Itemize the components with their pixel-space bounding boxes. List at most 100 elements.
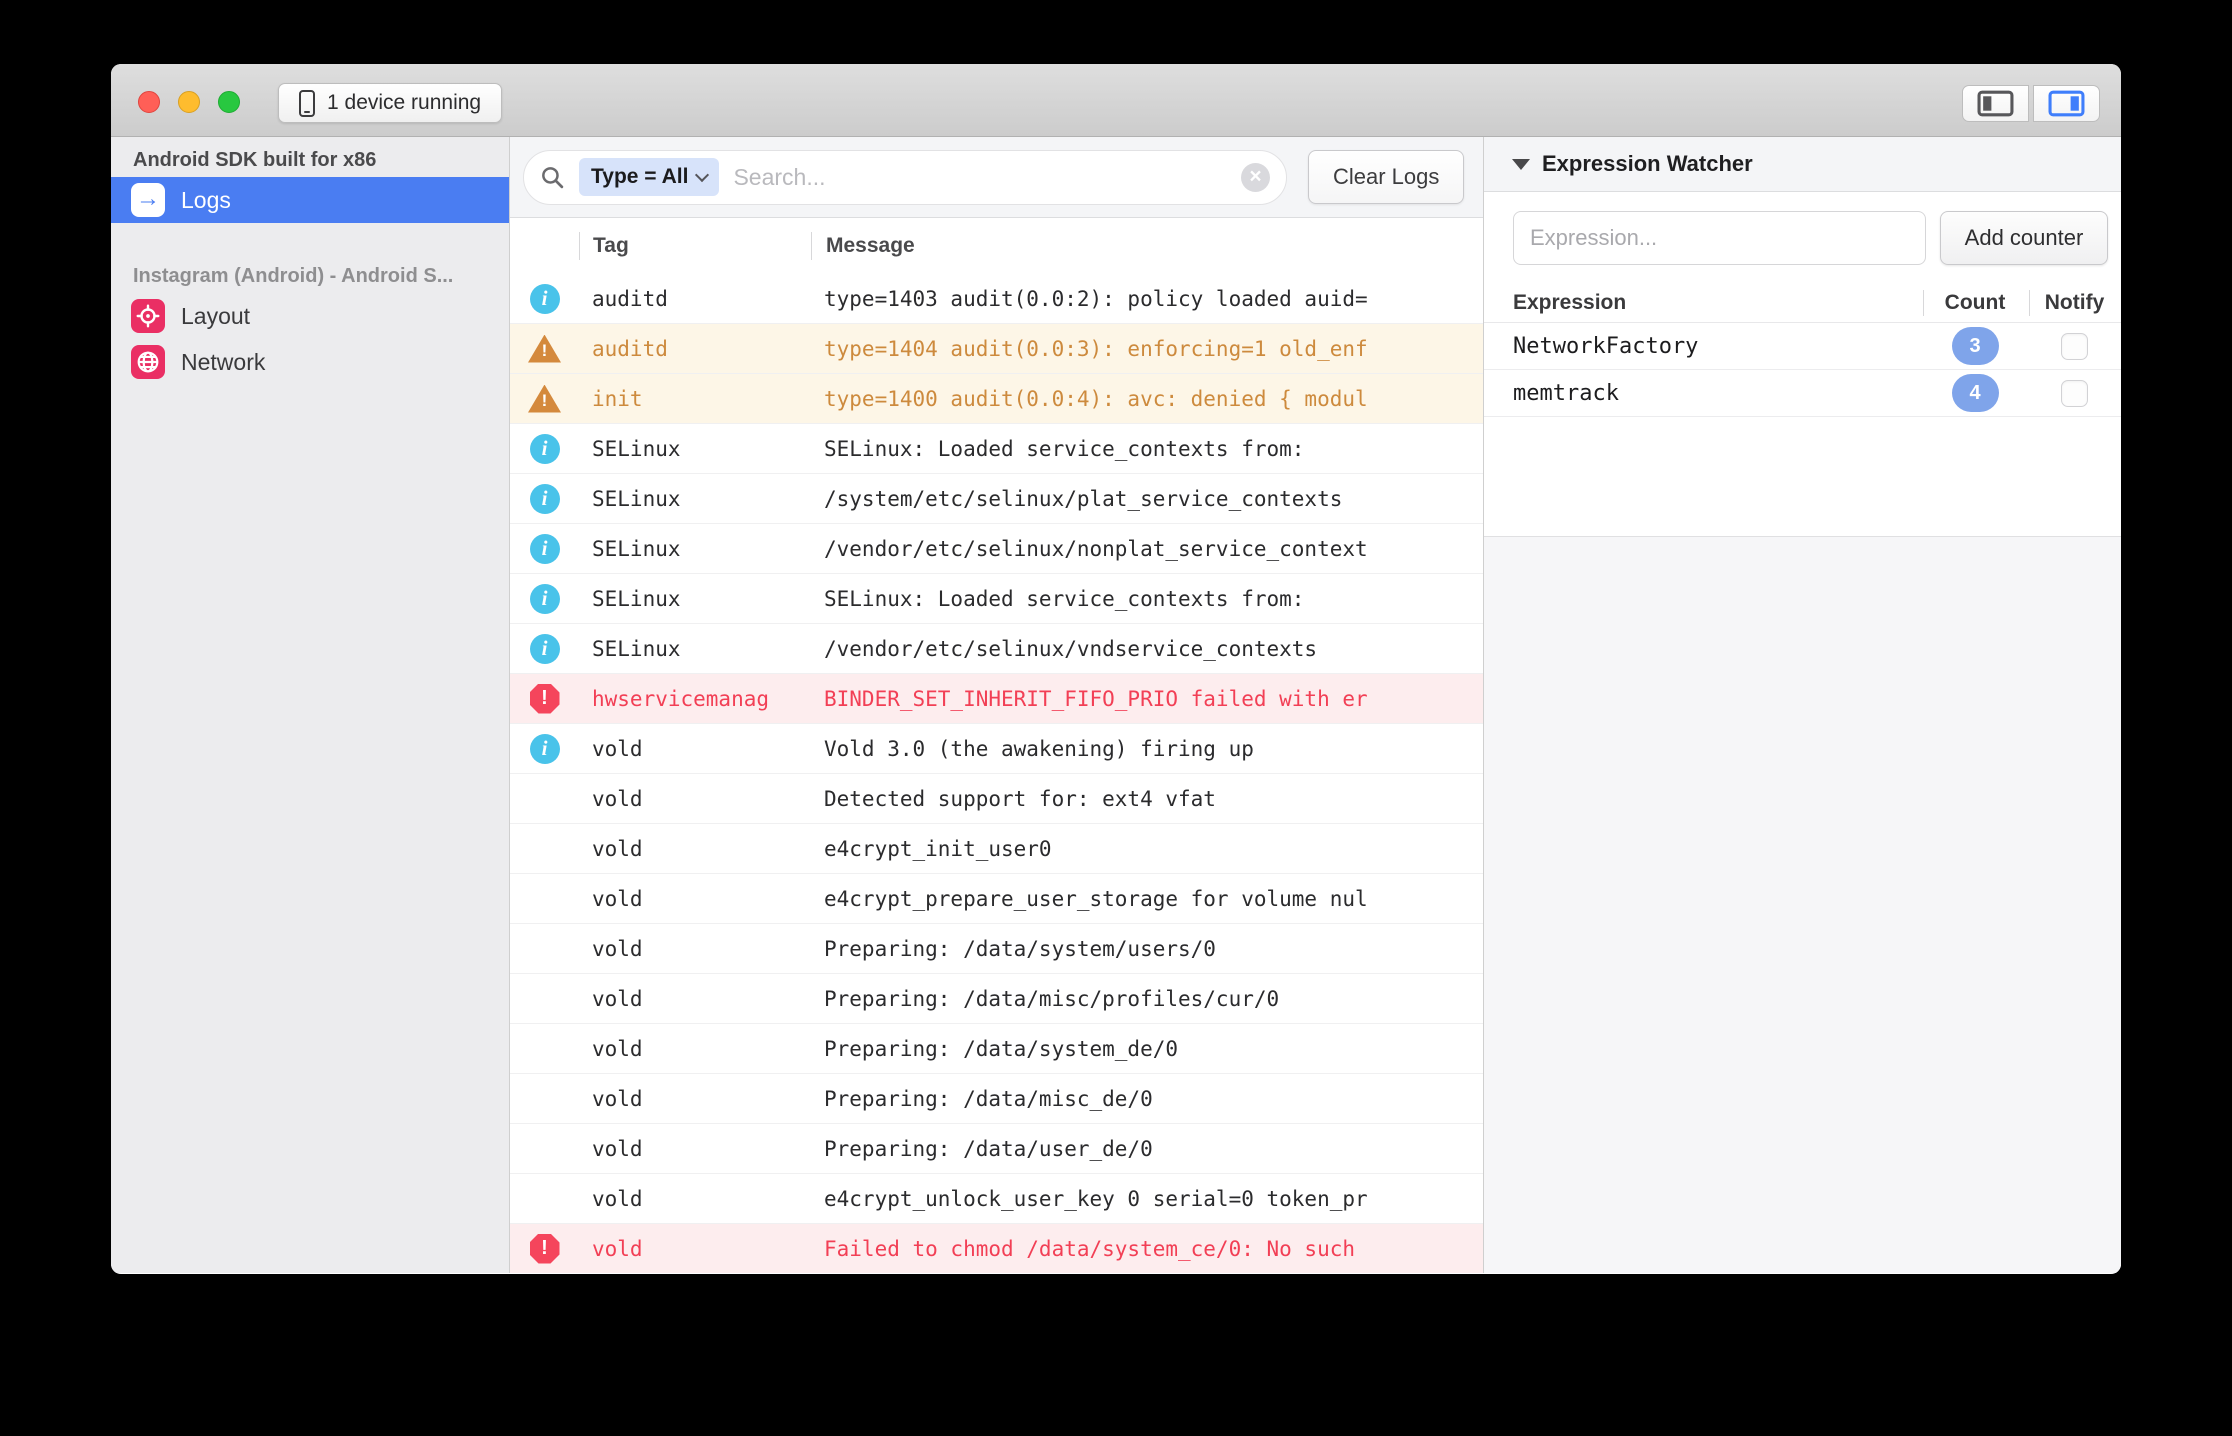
log-message: /system/etc/selinux/plat_service_context… (824, 486, 1343, 511)
info-icon (529, 583, 560, 614)
sidebar-item-network[interactable]: Network (111, 339, 509, 385)
log-message: Preparing: /data/user_de/0 (824, 1136, 1153, 1161)
count-badge: 4 (1951, 374, 1999, 412)
log-tag: init (592, 386, 643, 411)
log-message: /vendor/etc/selinux/nonplat_service_cont… (824, 536, 1368, 561)
log-tag: vold (592, 836, 643, 861)
watcher-header-count[interactable]: Count (1922, 291, 2028, 315)
phone-icon (299, 89, 315, 117)
log-row[interactable]: vold Detected support for: ext4 vfat (510, 774, 1483, 824)
log-message: e4crypt_init_user0 (824, 836, 1052, 861)
log-tag: SELinux (592, 436, 681, 461)
expression-input[interactable] (1513, 211, 1926, 265)
log-row[interactable]: SELinux /system/etc/selinux/plat_service… (510, 474, 1483, 524)
log-tag: vold (592, 786, 643, 811)
watcher-row[interactable]: NetworkFactory 3 (1484, 323, 2121, 370)
log-row[interactable]: vold e4crypt_unlock_user_key 0 serial=0 … (510, 1174, 1483, 1224)
log-tag: hwservicemanag (592, 686, 770, 711)
watcher-table-header: Expression Count Notify (1484, 283, 2121, 323)
clear-logs-button[interactable]: Clear Logs (1308, 150, 1465, 204)
log-row[interactable]: vold e4crypt_prepare_user_storage for vo… (510, 874, 1483, 924)
log-row[interactable]: SELinux /vendor/etc/selinux/vndservice_c… (510, 624, 1483, 674)
log-tag: vold (592, 736, 643, 761)
log-header-tag[interactable]: Tag (580, 218, 811, 274)
watcher-header-expression[interactable]: Expression (1484, 291, 1922, 315)
network-globe-icon (131, 345, 165, 379)
log-rows: auditd type=1403 audit(0.0:2): policy lo… (510, 274, 1483, 1273)
info-icon (529, 633, 560, 664)
log-row[interactable]: vold e4crypt_init_user0 (510, 824, 1483, 874)
log-table-header: Tag Message (510, 218, 1483, 274)
log-tag: auditd (592, 336, 668, 361)
error-icon (529, 683, 560, 714)
log-row[interactable]: vold Preparing: /data/misc_de/0 (510, 1074, 1483, 1124)
notify-checkbox[interactable] (2061, 332, 2088, 360)
log-row[interactable]: vold Preparing: /data/system_de/0 (510, 1024, 1483, 1074)
log-message: BINDER_SET_INHERIT_FIFO_PRIO failed with… (824, 686, 1368, 711)
close-button[interactable] (138, 91, 160, 113)
log-message: Vold 3.0 (the awakening) firing up (824, 736, 1254, 761)
log-row[interactable]: auditd type=1403 audit(0.0:2): policy lo… (510, 274, 1483, 324)
log-message: /vendor/etc/selinux/vndservice_contexts (824, 636, 1318, 661)
minimize-button[interactable] (178, 91, 200, 113)
info-icon (529, 533, 560, 564)
sidebar-item-label: Layout (181, 302, 251, 329)
zoom-button[interactable] (218, 91, 240, 113)
panel-toggle-group (1962, 85, 2100, 122)
type-filter-dropdown[interactable]: Type = All (579, 158, 720, 196)
toggle-right-sidebar-button[interactable] (2033, 85, 2100, 122)
log-message: Preparing: /data/misc/profiles/cur/0 (824, 986, 1280, 1011)
right-sidebar-icon (2048, 90, 2085, 117)
info-icon (529, 483, 560, 514)
log-tag: vold (592, 936, 643, 961)
log-row[interactable]: SELinux SELinux: Loaded service_contexts… (510, 424, 1483, 474)
log-message: Preparing: /data/misc_de/0 (824, 1086, 1153, 1111)
expression-watcher-title: Expression Watcher (1542, 151, 1753, 176)
watcher-row[interactable]: memtrack 4 (1484, 370, 2121, 417)
log-header-message[interactable]: Message (812, 218, 1483, 274)
search-icon (542, 166, 564, 188)
expression-watcher-panel: Expression Watcher Add counter Expressio… (1483, 137, 2121, 1273)
add-counter-button[interactable]: Add counter (1940, 211, 2108, 265)
log-row[interactable]: vold Preparing: /data/system/users/0 (510, 924, 1483, 974)
titlebar[interactable]: 1 device running (111, 64, 2121, 137)
disclosure-triangle-icon[interactable] (1512, 158, 1530, 170)
app-window: 1 device running Android SDK built for x… (111, 64, 2121, 1274)
log-row[interactable]: vold Preparing: /data/misc/profiles/cur/… (510, 974, 1483, 1024)
log-row[interactable]: init type=1400 audit(0.0:4): avc: denied… (510, 374, 1483, 424)
log-tag: vold (592, 1036, 643, 1061)
log-message: Preparing: /data/system_de/0 (824, 1036, 1179, 1061)
watcher-expression: NetworkFactory (1513, 333, 1699, 359)
sidebar-item-logs[interactable]: → Logs (111, 177, 509, 223)
search-bar[interactable]: Type = All × (523, 149, 1287, 205)
toggle-left-sidebar-button[interactable] (1962, 85, 2029, 122)
log-row[interactable]: hwservicemanag BINDER_SET_INHERIT_FIFO_P… (510, 674, 1483, 724)
log-row[interactable]: auditd type=1404 audit(0.0:3): enforcing… (510, 324, 1483, 374)
log-row[interactable]: SELinux /vendor/etc/selinux/nonplat_serv… (510, 524, 1483, 574)
search-input[interactable] (733, 163, 1227, 191)
logs-toolbar: Type = All × Clear Logs (510, 137, 1483, 218)
expression-watcher-body: Add counter Expression Count Notify Netw… (1484, 192, 2121, 537)
log-row[interactable]: vold Preparing: /data/user_de/0 (510, 1124, 1483, 1174)
expression-watcher-header[interactable]: Expression Watcher (1484, 137, 2121, 192)
log-row[interactable]: vold Vold 3.0 (the awakening) firing up (510, 724, 1483, 774)
watcher-rows: NetworkFactory 3 memtrack 4 (1484, 323, 2121, 417)
log-tag: SELinux (592, 636, 681, 661)
notify-checkbox[interactable] (2061, 379, 2088, 407)
log-tag: vold (592, 1186, 643, 1211)
log-tag: SELinux (592, 586, 681, 611)
log-row[interactable]: vold Failed to chmod /data/system_ce/0: … (510, 1224, 1483, 1273)
log-message: Preparing: /data/system/users/0 (824, 936, 1216, 961)
warning-icon (528, 334, 561, 363)
log-tag: vold (592, 986, 643, 1011)
log-message: type=1400 audit(0.0:4): avc: denied { mo… (824, 386, 1368, 411)
info-icon (529, 283, 560, 314)
device-running-button[interactable]: 1 device running (278, 83, 503, 123)
log-row[interactable]: SELinux SELinux: Loaded service_contexts… (510, 574, 1483, 624)
watcher-header-notify[interactable]: Notify (2028, 291, 2121, 315)
log-message: Failed to chmod /data/system_ce/0: No su… (824, 1236, 1356, 1261)
sidebar-item-layout[interactable]: Layout (111, 293, 509, 339)
clear-search-icon[interactable]: × (1241, 162, 1270, 192)
type-filter-label: Type = All (591, 165, 689, 188)
log-message: e4crypt_unlock_user_key 0 serial=0 token… (824, 1186, 1368, 1211)
